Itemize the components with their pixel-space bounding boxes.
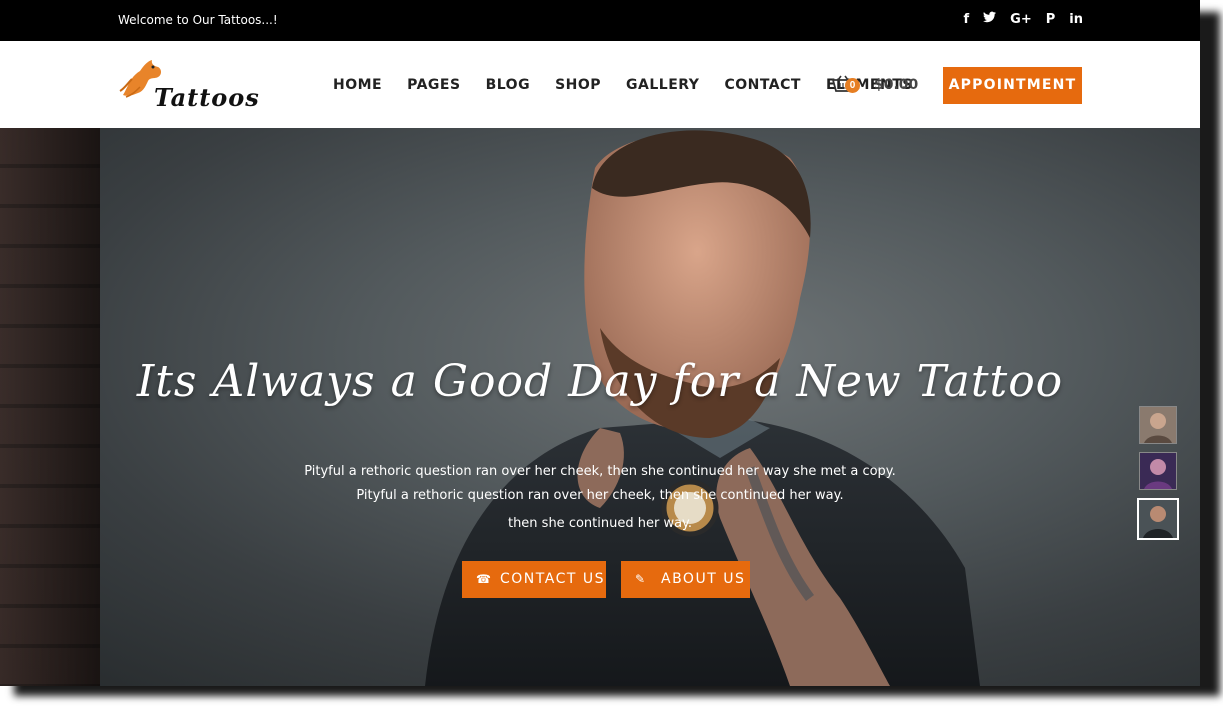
menu-item-gallery[interactable]: GALLERY [626, 77, 699, 93]
menu-item-pages[interactable]: PAGES [407, 77, 460, 93]
hero-text-line-1: Pityful a rethoric question ran over her… [304, 464, 896, 479]
cart-count-badge: 0 [845, 78, 860, 93]
facebook-icon[interactable]: f [964, 11, 970, 29]
slider-thumbnail-2[interactable] [1139, 452, 1177, 490]
hero-model-image [425, 130, 980, 686]
phone-icon: ☎ [476, 572, 493, 586]
edit-icon: ✎ [635, 572, 647, 586]
site-logo[interactable]: Tattoos [118, 57, 259, 115]
twitter-icon[interactable] [983, 11, 997, 29]
menu-item-home[interactable]: HOME [333, 77, 382, 93]
menu-item-shop[interactable]: SHOP [555, 77, 601, 93]
website-page: Welcome to Our Tattoos...! f G+ P in Tat… [0, 0, 1200, 686]
hero-text-line-2: Pityful a rethoric question ran over her… [356, 488, 844, 503]
menu-item-blog[interactable]: BLOG [486, 77, 531, 93]
hero-title: Its Always a Good Day for a New Tattoo [136, 356, 1064, 407]
logo-text: Tattoos [154, 83, 260, 112]
brick-shade [0, 128, 100, 686]
about-us-button[interactable]: ✎ ABOUT US [621, 561, 750, 598]
cart-total[interactable]: $0.00 [874, 77, 918, 93]
contact-us-label: CONTACT US [500, 571, 605, 587]
hero-slider: Its Always a Good Day for a New Tattoo P… [0, 128, 1200, 686]
about-us-label: ABOUT US [661, 571, 746, 587]
top-bar: Welcome to Our Tattoos...! f G+ P in [0, 0, 1200, 41]
hero-text-line-3: then she continued her way. [507, 516, 693, 531]
slider-thumbnail-3[interactable] [1137, 498, 1179, 540]
linkedin-icon[interactable]: in [1069, 11, 1083, 29]
main-header: Tattoos HOME PAGES BLOG SHOP GALLERY CON… [0, 41, 1200, 128]
social-links: f G+ P in [964, 11, 1083, 29]
slider-thumbnail-1[interactable] [1139, 406, 1177, 444]
pinterest-icon[interactable]: P [1046, 11, 1056, 29]
google-plus-icon[interactable]: G+ [1010, 11, 1032, 29]
menu-item-contact[interactable]: CONTACT [724, 77, 801, 93]
contact-us-button[interactable]: ☎ CONTACT US [462, 561, 606, 598]
welcome-text: Welcome to Our Tattoos...! [118, 13, 278, 27]
appointment-button[interactable]: APPOINTMENT [943, 67, 1082, 104]
